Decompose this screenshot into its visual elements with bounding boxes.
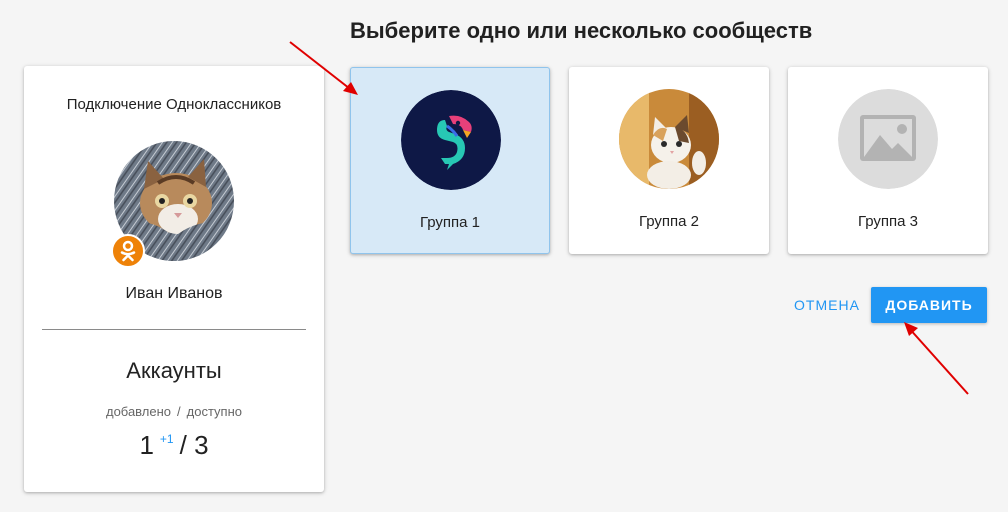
group-label: Группа 2 bbox=[638, 213, 700, 230]
accounts-count: 1 +1 / 3 bbox=[24, 430, 324, 461]
available-label: доступно bbox=[186, 404, 243, 419]
accounts-title: Аккаунты bbox=[126, 358, 222, 383]
group-card-1[interactable]: Группа 1 bbox=[350, 67, 550, 254]
connection-title: Подключение Одноклассников bbox=[66, 96, 282, 113]
connection-card: Подключение Одноклассников Иван Иванов А… bbox=[24, 66, 324, 492]
added-delta: +1 bbox=[159, 432, 174, 446]
count-separator: / bbox=[179, 430, 187, 460]
accounts-subtitle: добавлено / доступно bbox=[24, 404, 324, 419]
cancel-button[interactable]: ОТМЕНА bbox=[788, 288, 866, 322]
added-label: добавлено bbox=[105, 404, 172, 419]
image-placeholder-icon bbox=[838, 89, 938, 189]
page-title: Выберите одно или несколько сообществ bbox=[350, 18, 813, 43]
odnoklassniki-icon bbox=[111, 234, 145, 268]
divider bbox=[42, 329, 306, 330]
available-count: 3 bbox=[194, 430, 209, 460]
group-label: Группа 3 bbox=[857, 213, 919, 230]
parrot-logo-icon bbox=[401, 90, 501, 190]
added-count: 1 bbox=[139, 430, 154, 460]
label-separator: / bbox=[177, 404, 181, 419]
group-card-2[interactable]: Группа 2 bbox=[569, 67, 769, 254]
group-label: Группа 1 bbox=[419, 214, 481, 231]
group-photo bbox=[619, 89, 719, 189]
group-card-3[interactable]: Группа 3 bbox=[788, 67, 988, 254]
add-button[interactable]: ДОБАВИТЬ bbox=[871, 287, 987, 323]
user-avatar-wrap bbox=[111, 141, 234, 268]
annotation-arrow-button bbox=[904, 322, 969, 395]
user-name: Иван Иванов bbox=[125, 285, 223, 302]
